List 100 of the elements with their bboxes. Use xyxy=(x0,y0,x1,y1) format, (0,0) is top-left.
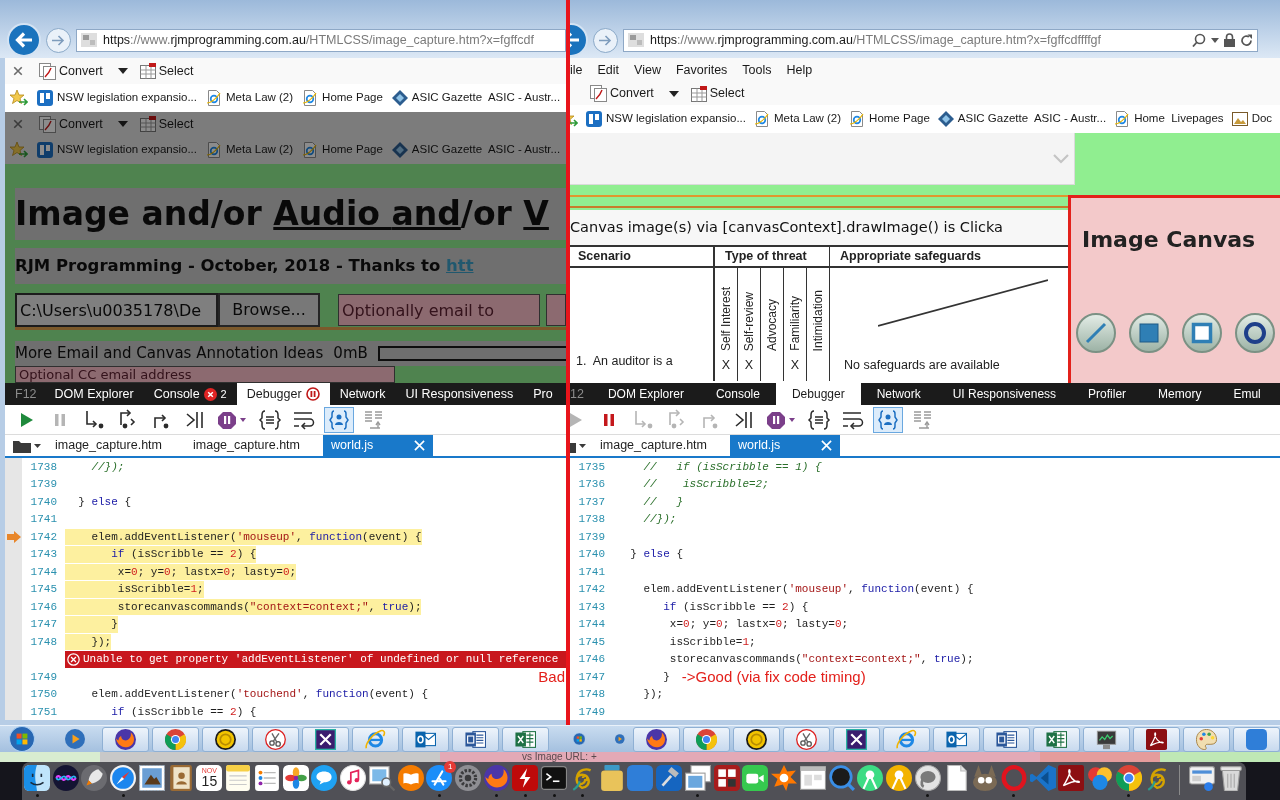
pencil-ruler-icon[interactable] xyxy=(426,765,453,791)
ring-icon[interactable] xyxy=(1115,765,1142,791)
devtools-tab[interactable]: Network xyxy=(329,383,396,405)
taskbar-button[interactable] xyxy=(733,726,780,752)
favorite-link[interactable]: Home Page xyxy=(302,89,383,107)
address-field[interactable]: https://www.rjmprogramming.com.au/HTMLCSS/image_capture.htm?x=fgffcdffffgf xyxy=(623,28,1258,52)
email-field[interactable]: Optionally email to xyxy=(338,294,540,326)
chat-bubble-icon[interactable] xyxy=(311,765,338,791)
select-button[interactable]: Select xyxy=(139,114,194,134)
taskbar-button[interactable] xyxy=(302,726,349,752)
devtools-tab[interactable]: Console xyxy=(699,383,776,405)
filled-rectangle-tool-button[interactable] xyxy=(1129,313,1169,353)
open-book-icon[interactable] xyxy=(397,765,424,791)
favorite-link[interactable]: Doc xyxy=(1231,110,1273,128)
menu-item[interactable]: Tools xyxy=(742,60,772,80)
trash-icon[interactable] xyxy=(1217,765,1244,791)
favorite-link[interactable]: Meta Law (2) xyxy=(206,141,294,159)
favorite-link[interactable]: Home Livepages xyxy=(1114,110,1224,128)
star-arrow-icon[interactable] xyxy=(10,142,28,158)
select-button[interactable]: Select xyxy=(139,61,194,81)
favorite-link[interactable]: Home Page xyxy=(849,110,930,128)
favorite-link[interactable]: NSW legislation expansio... xyxy=(586,110,746,128)
devtools-tab[interactable]: Network xyxy=(860,383,937,405)
line-tool-button[interactable] xyxy=(1076,313,1116,353)
just-my-code-button[interactable] xyxy=(873,406,903,433)
play-icon[interactable] xyxy=(65,729,85,749)
just-my-code-button[interactable] xyxy=(324,406,354,433)
jar-icon[interactable] xyxy=(598,765,625,791)
taskbar-button[interactable] xyxy=(633,726,680,752)
menu-item[interactable]: Favorites xyxy=(675,60,728,80)
refresh-icon[interactable] xyxy=(1240,33,1253,47)
creature-icon[interactable] xyxy=(972,765,999,791)
favorite-link[interactable]: ASIC Gazette ASIC - Austr... xyxy=(391,89,561,107)
drafting-compass-icon[interactable] xyxy=(886,765,913,791)
swirl-orb-icon[interactable] xyxy=(52,765,79,791)
taskbar-button[interactable] xyxy=(983,726,1030,752)
convert-button[interactable]: Convert xyxy=(39,114,128,134)
taskbar-button[interactable] xyxy=(833,726,880,752)
convert-button[interactable]: Convert xyxy=(39,61,128,81)
overlapping-circles-icon[interactable] xyxy=(1087,765,1114,791)
select-button[interactable]: Select xyxy=(690,84,745,103)
favorite-link[interactable]: NSW legislation expansio... xyxy=(37,89,197,107)
taskbar-button[interactable] xyxy=(933,726,980,752)
taskbar-button[interactable] xyxy=(102,726,149,752)
drafting-compass-icon[interactable] xyxy=(857,765,884,791)
braces-icon[interactable] xyxy=(805,408,833,431)
globe-icon[interactable] xyxy=(483,765,510,791)
taskbar-button[interactable] xyxy=(1083,726,1130,752)
file-tab[interactable]: world.js xyxy=(323,435,433,456)
star-arrow-icon[interactable] xyxy=(10,90,28,106)
favorite-link[interactable]: NSW legislation expansio... xyxy=(37,141,197,159)
convert-button[interactable]: Convert xyxy=(590,84,679,103)
file-path-field[interactable]: C:\Users\u0035178\De xyxy=(15,293,218,327)
heading-link[interactable]: V xyxy=(523,194,549,233)
browse-button[interactable]: Browse... xyxy=(218,293,320,327)
taskbar-button[interactable] xyxy=(452,726,499,752)
devtools-tab[interactable]: DOM Explorer xyxy=(44,383,144,405)
taskbar-button[interactable] xyxy=(202,726,249,752)
start-orb-icon[interactable] xyxy=(9,726,35,752)
menu-item[interactable]: View xyxy=(634,60,661,80)
taskbar-button[interactable] xyxy=(1133,726,1180,752)
devtools-tab[interactable]: Profiler xyxy=(1072,383,1143,405)
window-icon[interactable] xyxy=(799,765,826,791)
favorite-link[interactable]: Meta Law (2) xyxy=(754,110,842,128)
devtools-tab[interactable]: UI Responsiveness xyxy=(936,383,1073,405)
menu-item[interactable]: ile xyxy=(570,60,583,80)
favorite-link[interactable]: Meta Law (2) xyxy=(206,89,294,107)
app-tile-icon[interactable] xyxy=(627,765,654,791)
favorite-link[interactable]: ASIC Gazette ASIC - Austr... xyxy=(391,141,561,159)
devtools-tab[interactable]: Emul xyxy=(1217,383,1277,405)
circle-tool-button[interactable] xyxy=(1235,313,1275,353)
file-tab[interactable]: image_capture.htm xyxy=(185,435,323,456)
devtools-tab[interactable]: Console 2 xyxy=(143,383,237,405)
star-burst-icon[interactable] xyxy=(771,765,798,791)
compass-icon[interactable] xyxy=(110,765,137,791)
flower-icon[interactable] xyxy=(282,765,309,791)
landscape-icon[interactable] xyxy=(138,765,165,791)
notepad-icon[interactable] xyxy=(225,765,252,791)
devtools-tab[interactable]: Memory xyxy=(1142,383,1218,405)
menu-item[interactable]: Help xyxy=(786,60,813,80)
favorite-link[interactable]: Home Page xyxy=(302,141,383,159)
gear-icon[interactable] xyxy=(455,765,481,791)
taskbar-button[interactable] xyxy=(402,726,449,752)
caret-down-icon[interactable] xyxy=(1211,37,1219,43)
devtools-tab[interactable]: Debugger xyxy=(236,383,330,405)
input-field[interactable] xyxy=(546,294,566,326)
rectangle-tool-button[interactable] xyxy=(1182,313,1222,353)
file-tab[interactable]: image_capture.htm xyxy=(47,435,185,456)
favorite-link[interactable]: ASIC Gazette ASIC - Austr... xyxy=(937,110,1107,128)
braces-icon[interactable] xyxy=(256,408,284,431)
heading-link[interactable]: Audio xyxy=(273,194,392,233)
back-button[interactable] xyxy=(7,23,41,57)
rocket-icon[interactable] xyxy=(81,765,108,791)
speech-circle-icon[interactable] xyxy=(914,765,941,791)
search-icon[interactable] xyxy=(1192,33,1206,47)
checklist-icon[interactable] xyxy=(253,765,280,791)
file-tab[interactable]: world.js xyxy=(730,435,840,456)
face-tile-icon[interactable] xyxy=(24,765,50,791)
hammer-icon[interactable] xyxy=(656,765,683,791)
heading-link[interactable]: and xyxy=(391,194,461,233)
